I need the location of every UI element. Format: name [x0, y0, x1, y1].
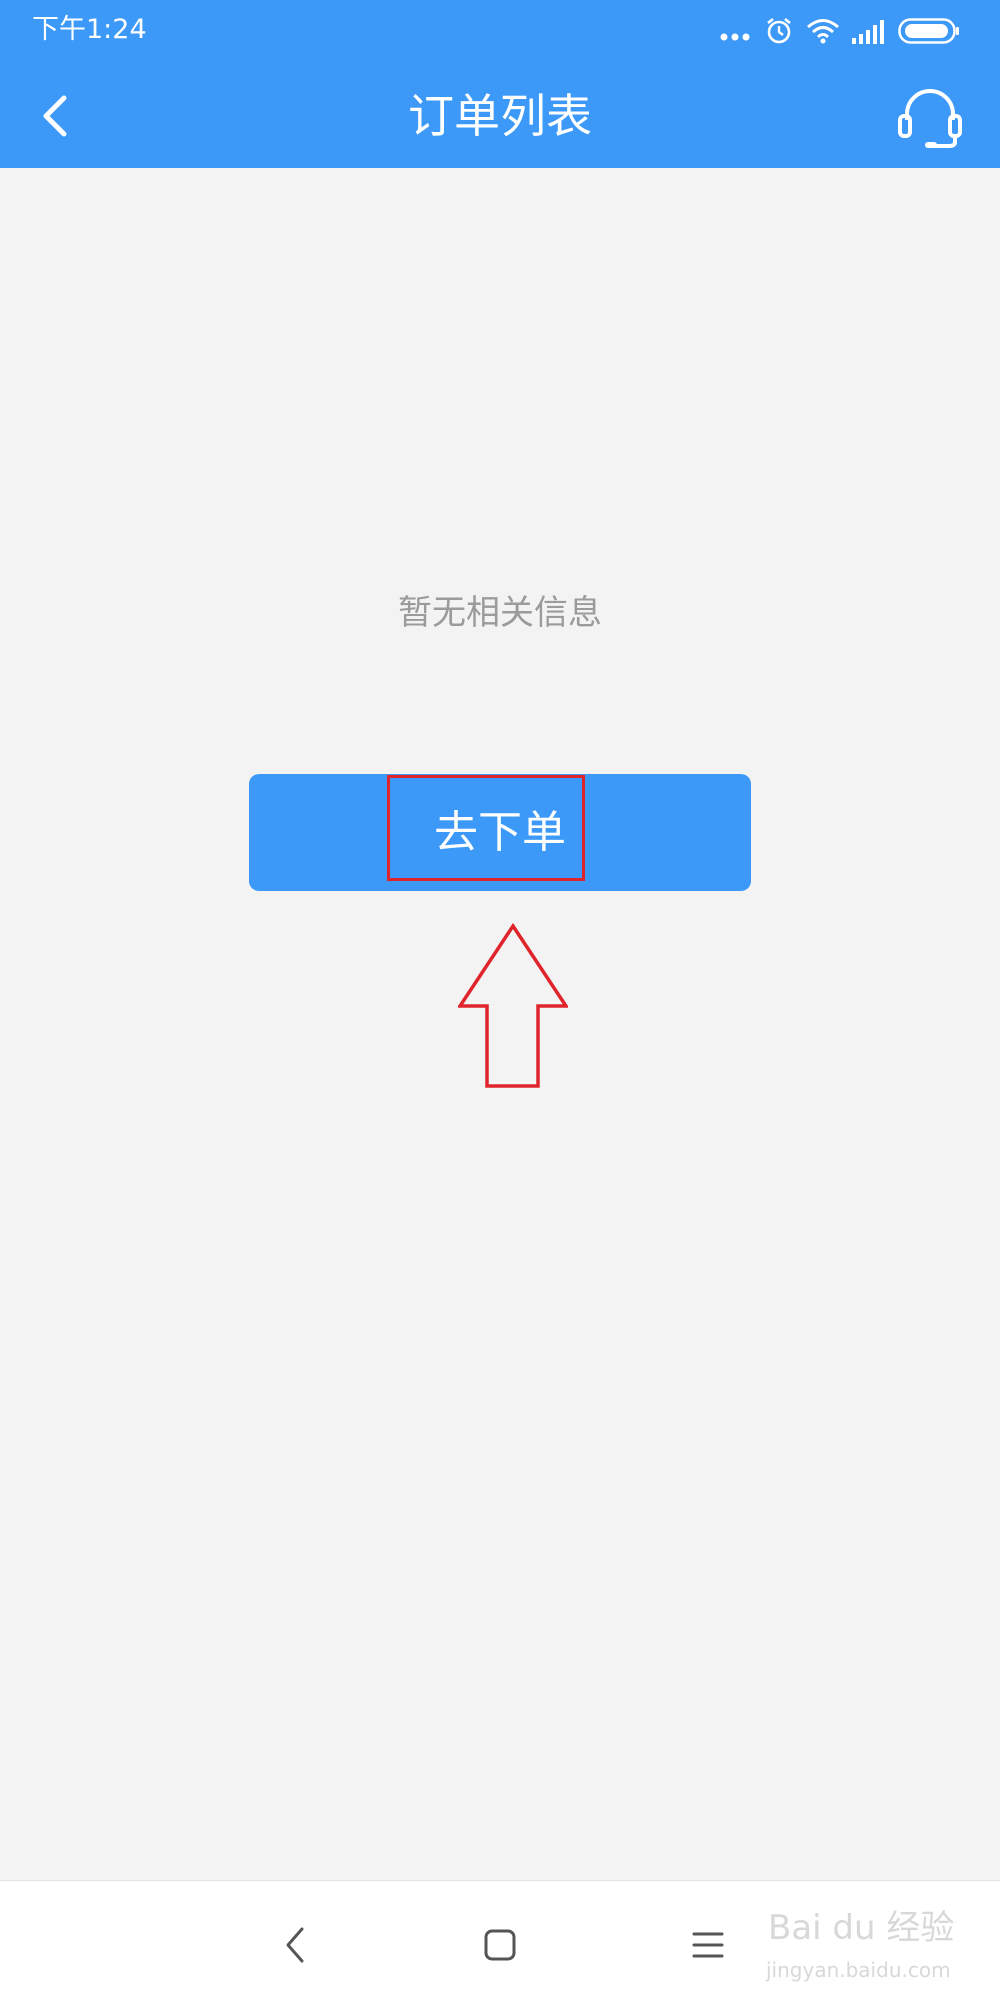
alarm-icon — [767, 17, 791, 44]
nav-back-button[interactable] — [266, 1915, 326, 1975]
empty-state-text: 暂无相关信息 — [398, 593, 602, 633]
nav-menu-icon — [692, 1932, 724, 1958]
status-icons — [720, 10, 970, 50]
battery-icon — [898, 18, 959, 44]
wifi-icon — [807, 19, 839, 44]
signal-icon — [852, 20, 884, 44]
baidu-jingyan-watermark: Bai du 经验 jingyan.baidu.com — [760, 1900, 970, 1990]
page-title: 订单列表 — [408, 89, 592, 143]
up-arrow-icon — [458, 922, 568, 1088]
highlight-box — [387, 775, 585, 881]
nav-menu-button[interactable] — [678, 1915, 738, 1975]
nav-home-button[interactable] — [470, 1915, 530, 1975]
watermark-sub: jingyan.baidu.com — [766, 1958, 951, 1982]
more-dots-icon — [720, 33, 750, 41]
status-time: 下午1:24 — [32, 14, 147, 45]
headset-icon — [898, 89, 962, 148]
nav-back-icon — [286, 1927, 304, 1963]
nav-home-icon — [484, 1929, 516, 1961]
app-header: 下午1:24 订单列表 — [0, 0, 1000, 168]
customer-service-button[interactable] — [895, 84, 965, 150]
watermark-main: Bai du 经验 — [768, 1908, 955, 1948]
